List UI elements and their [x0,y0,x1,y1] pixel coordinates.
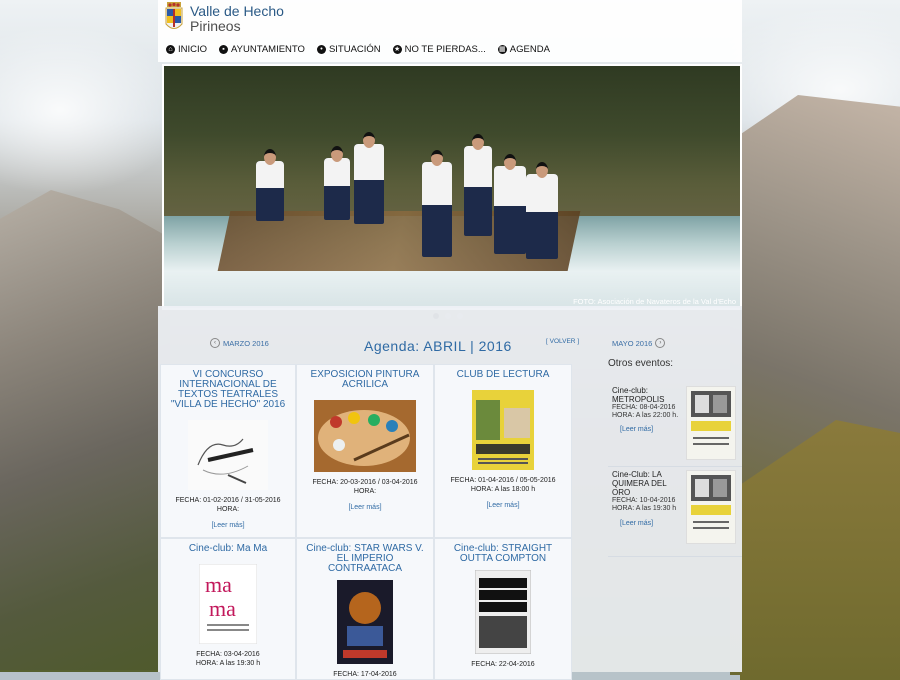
nav-item-agenda[interactable]: ▦ AGENDA [497,44,550,55]
sidebar-event-title[interactable]: Cine-club: METROPOLIS [612,386,686,404]
nav-label: SITUACIÓN [328,44,381,55]
event-title[interactable]: Cine-club: Ma Ma [161,544,295,554]
read-more-link[interactable]: [Leer más] [620,520,653,527]
calendar-icon: ▦ [497,45,507,54]
next-month-label: MAYO 2016 [612,338,653,348]
nav-label: INICIO [178,44,208,55]
nav-label: AYUNTAMIENTO [231,44,305,55]
sidebar-event-time: HORA: A las 22:00 h. [612,412,679,419]
chevron-left-icon: ‹ [210,338,220,348]
read-more-link[interactable]: [Leer más] [297,504,433,511]
read-more-link[interactable]: [Leer más] [435,502,571,509]
event-image-paint-palette[interactable] [314,400,416,472]
nav-item-no-te-pierdas[interactable]: ★ NO TE PIERDAS... [392,44,486,55]
sidebar-event-time: HORA: A las 19:30 h [612,505,677,512]
event-card: Cine-club: STRAIGHT OUTTA COMPTON FECHA:… [434,538,572,680]
event-grid: VI CONCURSO INTERNACIONAL DE TEXTOS TEAT… [160,364,572,680]
location-icon: • [316,45,326,54]
raftsman [256,149,284,221]
event-time: HORA: [216,506,240,513]
main-nav: ⌂ INICIO ▪ AYUNTAMIENTO • SITUACIÓN ★ NO TE … [166,44,550,55]
sidebar-event-info: Cine-club: METROPOLIS FECHA: 08-04-2016 … [612,386,686,420]
sidebar-other-events: Otros eventos: Cine-club: METROPOLIS FEC… [608,358,742,557]
event-image-star-wars-poster[interactable] [337,580,393,664]
mountain-left [0,190,170,670]
event-image-book-club-poster[interactable] [472,390,534,470]
town-hall-icon: ▪ [219,45,229,54]
raftsman [324,146,350,220]
raftsman [494,154,526,254]
sidebar-heading: Otros eventos: [608,358,674,369]
event-time: HORA: [353,488,377,495]
agenda-title: Agenda: ABRIL | 2016 [364,338,512,354]
sidebar-event: Cine-Club: LA QUIMERA DEL ORO FECHA: 10-… [608,470,742,557]
site-header: Valle de Hecho Pirineos ⌂ INICIO ▪ AYUNTAM… [158,0,742,62]
raftsman [354,132,384,224]
event-date: FECHA: 03-04-2016 [196,651,260,658]
nav-item-ayuntamiento[interactable]: ▪ AYUNTAMIENTO [219,44,305,55]
event-title[interactable]: CLUB DE LECTURA [435,370,571,380]
event-card: EXPOSICION PINTURA ACRILICA FECHA: 20-03… [296,364,434,538]
sidebar-event-info: Cine-Club: LA QUIMERA DEL ORO FECHA: 10-… [612,470,686,513]
event-date: FECHA: 20-03-2016 / 03-04-2016 [312,479,418,486]
read-more-link[interactable]: [Leer más] [161,522,295,529]
star-icon: ★ [392,45,402,54]
event-image-straight-outta-compton-poster[interactable] [475,570,531,654]
event-title[interactable]: Cine-club: STAR WARS V. EL IMPERIO CONTR… [297,544,433,574]
nav-label: NO TE PIERDAS... [404,44,486,55]
event-date: FECHA: 17-04-2016 [333,671,397,678]
event-image-mama-poster[interactable]: ma ma [199,564,257,644]
nav-item-inicio[interactable]: ⌂ INICIO [166,44,207,55]
svg-text:ma: ma [205,572,232,597]
raftsman [422,150,452,257]
site-subtitle: Pirineos [190,18,241,34]
chevron-right-icon: › [655,338,666,348]
site-title[interactable]: Valle de Hecho [190,4,284,19]
prev-month-label: MARZO 2016 [223,338,269,348]
sidebar-event-date: FECHA: 10-04-2016 [612,497,676,504]
event-date: FECHA: 01-02-2016 / 31-05-2016 [175,497,281,504]
volver-link[interactable]: [ VOLVER ] [546,338,579,345]
home-icon: ⌂ [166,45,175,54]
coat-of-arms-logo[interactable] [164,2,184,34]
event-image-pen-drawing[interactable] [188,420,268,490]
raftsman [464,134,492,236]
nav-item-situacion[interactable]: • SITUACIÓN [316,44,381,55]
sidebar-event: Cine-club: METROPOLIS FECHA: 08-04-2016 … [608,386,742,467]
cine-mudo-poster[interactable] [686,470,736,544]
event-date: FECHA: 01-04-2016 / 05-05-2016 [450,477,556,484]
event-card: VI CONCURSO INTERNACIONAL DE TEXTOS TEAT… [160,364,296,538]
event-card: Cine-club: Ma Ma ma ma FECHA: 03-04-2016… [160,538,296,680]
event-time: HORA: A las 19:30 h [195,660,261,667]
sidebar-event-date: FECHA: 08-04-2016 [612,404,676,411]
cine-mudo-poster[interactable] [686,386,736,460]
raftsman [526,162,558,259]
event-card: CLUB DE LECTURA FECHA: 01-04-2016 / 05-0… [434,364,572,538]
event-date: FECHA: 22-04-2016 [471,661,535,668]
hero-slider[interactable]: FOTO: Asociación de Navateros de la Val … [162,64,742,310]
prev-month-link[interactable]: ‹ MARZO 2016 [210,338,269,348]
event-title[interactable]: EXPOSICION PINTURA ACRILICA [297,370,433,390]
next-month-link[interactable]: MAYO 2016 › [612,338,666,348]
event-time: HORA: A las 18:00 h [470,486,536,493]
nav-label: AGENDA [509,44,550,55]
event-title[interactable]: Cine-club: STRAIGHT OUTTA COMPTON [435,544,571,564]
agenda-panel: ‹ MARZO 2016 Agenda: ABRIL | 2016 [ VOLVE… [158,306,742,680]
event-card: Cine-club: STAR WARS V. EL IMPERIO CONTR… [296,538,434,680]
sidebar-event-title[interactable]: Cine-Club: LA QUIMERA DEL ORO [612,470,686,497]
photo-credit: FOTO: Asociación de Navateros de la Val … [573,297,736,306]
svg-text:ma: ma [209,596,236,621]
event-title[interactable]: VI CONCURSO INTERNACIONAL DE TEXTOS TEAT… [161,370,295,410]
read-more-link[interactable]: [Leer más] [620,426,653,433]
